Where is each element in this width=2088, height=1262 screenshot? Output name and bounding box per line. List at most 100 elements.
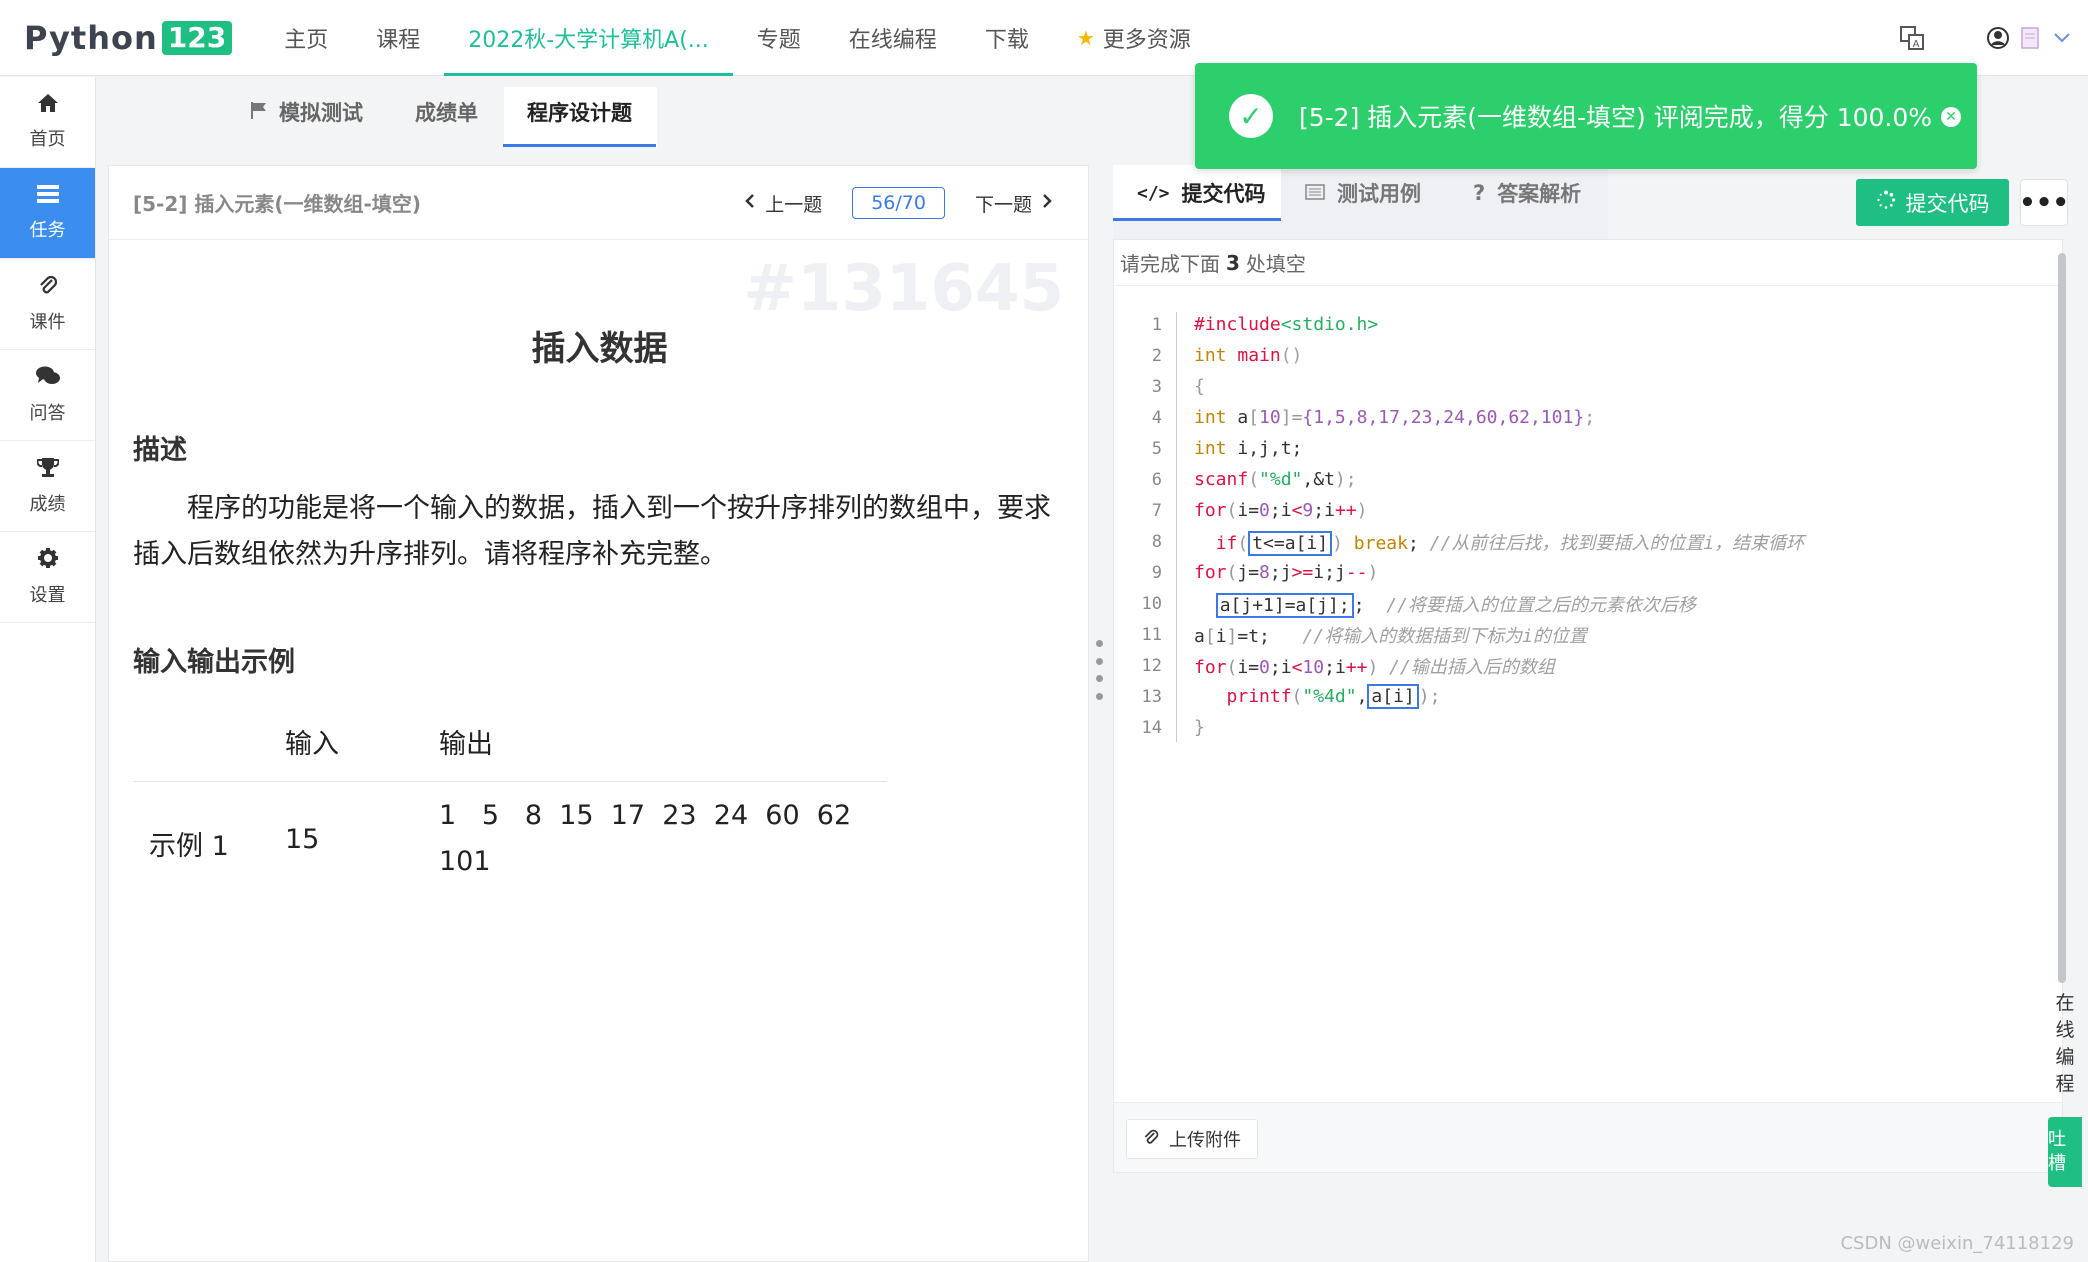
line-number: 13 xyxy=(1141,686,1162,707)
fill-blank-1[interactable]: t<=a[i] xyxy=(1248,530,1333,556)
tab-submit-code[interactable]: </> 提交代码 xyxy=(1137,165,1266,221)
submit-code-button[interactable]: 提交代码 xyxy=(1856,179,2009,226)
spinner-icon xyxy=(1876,190,1896,215)
nav-topics[interactable]: 专题 xyxy=(733,0,825,76)
description-heading: 描述 xyxy=(133,435,187,466)
sidebar-item-label: 设置 xyxy=(29,585,66,606)
tab-programming-problems[interactable]: 程序设计题 xyxy=(503,77,656,147)
io-header-input: 输入 xyxy=(285,729,339,760)
code-line: 5 int i,j,t; xyxy=(1114,433,2059,464)
nav-home[interactable]: 主页 xyxy=(260,0,352,76)
tasks-icon xyxy=(36,184,60,210)
io-example-output-line2: 101 xyxy=(439,846,491,877)
nav-online-coding[interactable]: 在线编程 xyxy=(825,0,961,76)
paperclip-icon xyxy=(38,274,58,302)
problem-id-watermark: #131645 xyxy=(743,252,1064,326)
tab-grade-sheet[interactable]: 成绩单 xyxy=(415,77,478,147)
nav-more-resources-label: 更多资源 xyxy=(1102,27,1191,53)
line-number: 12 xyxy=(1141,655,1162,676)
table-row: 示例 1 15 1 5 8 15 17 23 24 60 62 101 xyxy=(133,782,887,892)
line-number: 1 xyxy=(1151,314,1162,335)
sidebar-item-home[interactable]: 首页 xyxy=(0,77,95,168)
sidebar-item-label: 课件 xyxy=(29,312,66,333)
chevron-right-icon xyxy=(1042,192,1052,214)
code-line: 11 a[i]=t; //将输入的数据插到下标为i的位置 xyxy=(1114,619,2059,650)
online-edit-tab[interactable]: 在线编程 xyxy=(2050,990,2080,1098)
line-number: 6 xyxy=(1151,469,1162,490)
code-icon: </> xyxy=(1137,182,1170,204)
more-options-button[interactable]: ••• xyxy=(2019,179,2069,226)
brand-name: Python xyxy=(24,18,158,57)
code-line: 14 } xyxy=(1114,712,2059,743)
csdn-watermark: CSDN @weixin_74118129 xyxy=(1840,1233,2074,1254)
prev-problem-button[interactable]: 上一题 xyxy=(745,190,822,217)
line-number: 14 xyxy=(1141,717,1162,738)
io-header-output: 输出 xyxy=(439,729,493,760)
chat-icon xyxy=(35,365,61,393)
io-table-header: 输入 输出 xyxy=(133,706,887,782)
tab-submit-code-label: 提交代码 xyxy=(1181,182,1266,206)
code-area[interactable]: 1 #include<stdio.h> 2 int main() 3 { 4 i… xyxy=(1114,300,2059,1000)
problem-pager: 上一题 56/70 下一题 xyxy=(745,166,1052,240)
fill-hint-suffix: 处填空 xyxy=(1245,252,1306,276)
sidebar-item-label: 成绩 xyxy=(29,494,66,515)
svg-text:A: A xyxy=(1913,39,1920,50)
tab-mock-test[interactable]: 模拟测试 xyxy=(249,77,363,147)
problem-header-title: [5-2] 插入元素(一维数组-填空) xyxy=(133,192,421,216)
line-number: 7 xyxy=(1151,500,1162,521)
tab-test-cases[interactable]: 测试用例 xyxy=(1305,165,1421,221)
code-line: 10 a[j+1]=a[j];; //将要插入的位置之后的元素依次后移 xyxy=(1114,588,2059,619)
close-icon[interactable]: ✕ xyxy=(1941,107,1961,127)
fill-hint-count: 3 xyxy=(1226,250,1240,275)
io-example-label: 示例 1 xyxy=(149,831,229,862)
feedback-tab[interactable]: 吐槽 xyxy=(2048,1117,2082,1187)
line-number: 8 xyxy=(1151,531,1162,552)
translate-icon[interactable]: A xyxy=(1892,18,1932,58)
sidebar-item-label: 首页 xyxy=(29,129,66,150)
paperclip-icon xyxy=(1143,1128,1159,1151)
editor-tabs: </> 提交代码 测试用例 ? 答案解析 xyxy=(1113,165,1608,239)
panel-resize-handle[interactable] xyxy=(1095,640,1103,700)
line-number: 4 xyxy=(1151,407,1162,428)
chevron-down-icon[interactable] xyxy=(2042,18,2082,58)
next-problem-button[interactable]: 下一题 xyxy=(975,190,1052,217)
tab-answer-analysis[interactable]: ? 答案解析 xyxy=(1473,165,1581,221)
fill-blank-3[interactable]: a[i] xyxy=(1367,684,1419,709)
gear-icon xyxy=(37,547,59,575)
tab-test-cases-label: 测试用例 xyxy=(1337,182,1421,206)
fill-blank-2[interactable]: a[j+1]=a[j]; xyxy=(1215,592,1354,618)
code-line: 3 { xyxy=(1114,371,2059,402)
sidebar-item-grades[interactable]: 成绩 xyxy=(0,441,95,532)
upload-attachment-label: 上传附件 xyxy=(1169,1130,1241,1151)
editor-footer: 上传附件 xyxy=(1114,1102,2062,1172)
nav-more-resources[interactable]: ★ 更多资源 xyxy=(1053,0,1215,76)
problem-title: 插入数据 xyxy=(531,329,668,369)
problem-header: [5-2] 插入元素(一维数组-填空) 上一题 56/70 下一题 xyxy=(109,166,1088,240)
sidebar-item-tasks[interactable]: 任务 xyxy=(0,168,95,259)
code-line: 6 scanf("%d",&t); xyxy=(1114,464,2059,495)
nav-download[interactable]: 下载 xyxy=(961,0,1053,76)
nav-courses[interactable]: 课程 xyxy=(352,0,444,76)
prev-problem-label: 上一题 xyxy=(765,193,823,216)
sidebar-item-qa[interactable]: 问答 xyxy=(0,350,95,441)
flag-icon xyxy=(249,100,269,125)
sidebar-item-label: 任务 xyxy=(29,220,66,241)
sidebar: 首页 任务 课件 问答 成绩 设置 xyxy=(0,77,96,1262)
tab-answer-analysis-label: 答案解析 xyxy=(1497,182,1582,206)
problem-description: 程序的功能是将一个输入的数据，插入到一个按升序排列的数组中，要求插入后数组依然为… xyxy=(133,493,1051,570)
problem-panel: [5-2] 插入元素(一维数组-填空) 上一题 56/70 下一题 #13164… xyxy=(108,165,1089,1262)
list-icon xyxy=(1305,181,1325,205)
sidebar-item-settings[interactable]: 设置 xyxy=(0,532,95,623)
upload-attachment-button[interactable]: 上传附件 xyxy=(1126,1119,1258,1159)
brand-logo[interactable]: Python 123 xyxy=(24,0,233,76)
problem-page-indicator[interactable]: 56/70 xyxy=(852,187,945,219)
fill-blank-hint: 请完成下面 3 处填空 xyxy=(1114,240,2062,286)
nav-current-course[interactable]: 2022秋-大学计算机A(... xyxy=(444,0,733,76)
editor-scrollbar[interactable] xyxy=(2058,253,2066,983)
success-toast: ✓ [5-2] 插入元素(一维数组-填空) 评阅完成，得分 100.0% ✕ xyxy=(1195,63,1977,169)
trophy-icon xyxy=(35,456,60,484)
code-line: 8 if(t<=a[i]) break; //从前往后找，找到要插入的位置i，结… xyxy=(1114,526,2059,557)
io-example-input: 15 xyxy=(285,824,320,855)
sidebar-item-courseware[interactable]: 课件 xyxy=(0,259,95,350)
brand-badge: 123 xyxy=(161,20,233,55)
